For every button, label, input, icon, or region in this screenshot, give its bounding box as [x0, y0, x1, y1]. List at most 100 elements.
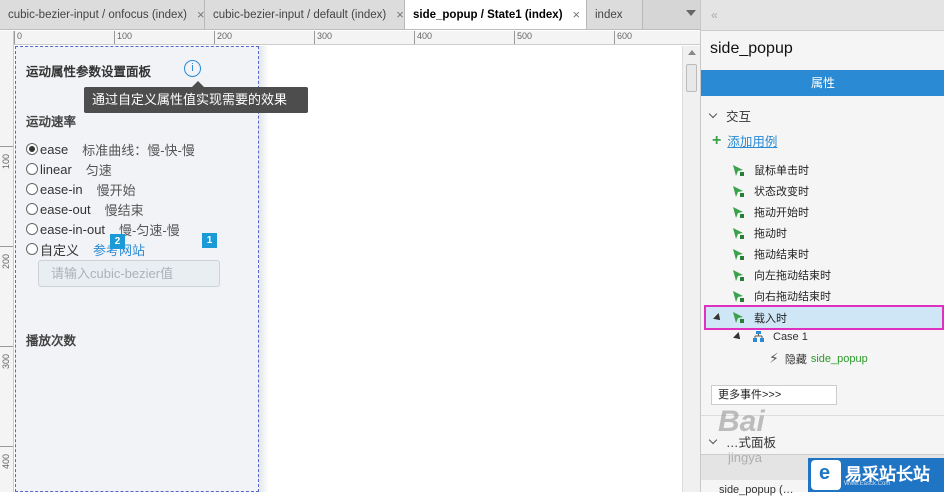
ruler-tick: 300 — [314, 31, 332, 44]
radio-icon[interactable] — [26, 243, 38, 255]
inspector-header-bar: « — [701, 0, 944, 31]
event-label: 向右拖动结束时 — [754, 291, 831, 303]
event-cursor-icon — [733, 206, 744, 218]
event-item[interactable]: 拖动开始时 — [732, 202, 809, 222]
add-case-link[interactable]: + 添加用例 — [712, 131, 777, 150]
event-cursor-icon — [733, 164, 744, 176]
close-icon[interactable]: × — [197, 7, 205, 22]
option-value: 自定义 — [40, 242, 80, 258]
option-desc: 慢开始 — [96, 182, 136, 198]
radio-linear[interactable]: linear 匀速 — [26, 159, 112, 179]
radio-ease-in-out[interactable]: ease-in-out 慢-匀速-慢 — [26, 219, 180, 239]
event-item[interactable]: 拖动时 — [732, 223, 787, 243]
case-label: Case 1 — [773, 330, 808, 343]
radio-ease[interactable]: ease 标准曲线：慢-快-慢 — [26, 139, 195, 159]
case-row[interactable]: Case 1 — [733, 330, 808, 343]
close-icon[interactable]: × — [573, 7, 581, 22]
tooltip: 通过自定义属性值实现需要的效果 — [84, 81, 308, 113]
event-item[interactable]: 状态改变时 — [732, 181, 809, 201]
baidu-watermark: Bai — [718, 405, 765, 438]
radio-icon[interactable] — [26, 223, 38, 235]
outline-row[interactable]: side_popup (… — [719, 484, 794, 496]
event-label: 拖动开始时 — [754, 207, 809, 219]
radio-custom[interactable]: 自定义 参考网站 — [26, 239, 145, 259]
event-cursor-icon — [733, 227, 744, 239]
event-cursor-icon — [733, 185, 744, 197]
option-desc: 标准曲线：慢-快-慢 — [82, 142, 195, 158]
event-label: 向左拖动结束时 — [754, 270, 831, 282]
info-icon[interactable]: i — [184, 60, 201, 77]
tab-cubic-bezier-onfocus[interactable]: cubic-bezier-input / onfocus (index) × — [0, 0, 205, 29]
radio-icon[interactable] — [26, 163, 38, 175]
tab-dropdown-icon[interactable] — [686, 10, 696, 16]
annotation-badge: 2 — [110, 234, 125, 249]
tab-properties[interactable]: 属性 — [701, 70, 944, 96]
close-icon[interactable]: × — [396, 7, 404, 22]
radio-icon[interactable] — [26, 183, 38, 195]
tab-cubic-bezier-default[interactable]: cubic-bezier-input / default (index) × — [205, 0, 405, 29]
action-row[interactable]: ⚡ 隐藏 side_popup — [769, 350, 868, 367]
ruler-tick: 500 — [514, 31, 532, 44]
vertical-ruler: 100 200 300 400 — [0, 31, 14, 492]
expand-triangle-icon[interactable] — [713, 312, 723, 323]
ruler-tick: 400 — [0, 446, 13, 469]
widget-name[interactable]: side_popup — [710, 40, 793, 58]
document-tab-bar: cubic-bezier-input / onfocus (index) × c… — [0, 0, 700, 30]
canvas-scrollbar[interactable] — [682, 46, 700, 492]
event-item[interactable]: 拖动结束时 — [732, 244, 809, 264]
more-events-button[interactable]: 更多事件>>> — [711, 385, 837, 405]
site-logo-icon — [811, 460, 841, 490]
site-url: Www.Easck.Com — [844, 481, 891, 487]
baidu-watermark-sub: jingya — [728, 450, 762, 465]
option-value: ease-out — [40, 201, 91, 217]
chevron-down-icon[interactable] — [708, 109, 718, 119]
event-label: 状态改变时 — [754, 186, 809, 198]
scroll-thumb[interactable] — [686, 64, 697, 92]
annotation-badge: 1 — [202, 233, 217, 248]
add-case-label: 添加用例 — [727, 135, 778, 149]
ruler-tick: 600 — [614, 31, 632, 44]
event-label: 拖动结束时 — [754, 249, 809, 261]
ruler-tick: 300 — [0, 346, 13, 369]
ruler-tick: 100 — [114, 31, 132, 44]
tab-index[interactable]: index — [587, 0, 643, 29]
tab-label: index — [595, 8, 623, 21]
event-cursor-icon — [733, 290, 744, 302]
tab-label: side_popup / State1 (index) — [413, 8, 563, 21]
panel-title: 运动属性参数设置面板 — [26, 65, 152, 79]
event-cursor-icon — [733, 312, 744, 323]
ruler-tick: 400 — [414, 31, 432, 44]
event-cursor-icon — [733, 248, 744, 260]
option-desc: 匀速 — [85, 162, 112, 178]
event-label: 载入时 — [754, 312, 787, 325]
lightning-icon: ⚡ — [769, 350, 779, 366]
option-value: ease-in — [40, 181, 83, 197]
tab-label: cubic-bezier-input / onfocus (index) — [8, 8, 187, 21]
ruler-tick: 0 — [14, 31, 22, 44]
option-desc: 慢-匀速-慢 — [119, 222, 180, 238]
radio-checked-icon[interactable] — [26, 143, 38, 155]
option-desc: 慢结束 — [104, 202, 144, 218]
side-popup-panel[interactable]: 运动属性参数设置面板 i 通过自定义属性值实现需要的效果 运动速率 ease 标… — [15, 46, 308, 492]
play-count-label: 播放次数 — [26, 334, 77, 348]
chevron-down-icon[interactable] — [708, 435, 718, 445]
ruler-tick: 200 — [214, 31, 232, 44]
event-item[interactable]: 向右拖动结束时 — [732, 286, 831, 306]
event-item[interactable]: 鼠标单击时 — [732, 160, 809, 180]
interactions-section[interactable]: 交互 — [708, 106, 751, 125]
plus-icon: + — [712, 131, 722, 149]
tab-label: cubic-bezier-input / default (index) — [213, 8, 387, 21]
radio-ease-out[interactable]: ease-out 慢结束 — [26, 199, 144, 219]
radio-ease-in[interactable]: ease-in 慢开始 — [26, 179, 136, 199]
radio-icon[interactable] — [26, 203, 38, 215]
event-label: 拖动时 — [754, 228, 787, 240]
tab-side-popup[interactable]: side_popup / State1 (index) × — [405, 0, 587, 29]
scroll-up-icon[interactable] — [688, 50, 696, 55]
ruler-tick: 100 — [0, 146, 13, 169]
horizontal-ruler: 0 100 200 300 400 500 600 — [14, 31, 700, 45]
event-item[interactable]: 向左拖动结束时 — [732, 265, 831, 285]
collapse-icon[interactable]: « — [711, 8, 718, 22]
expand-triangle-icon[interactable] — [733, 331, 743, 342]
cubic-bezier-input[interactable]: 请输入cubic-bezier值 — [38, 260, 220, 287]
event-item-selected[interactable]: 载入时 — [704, 305, 944, 330]
